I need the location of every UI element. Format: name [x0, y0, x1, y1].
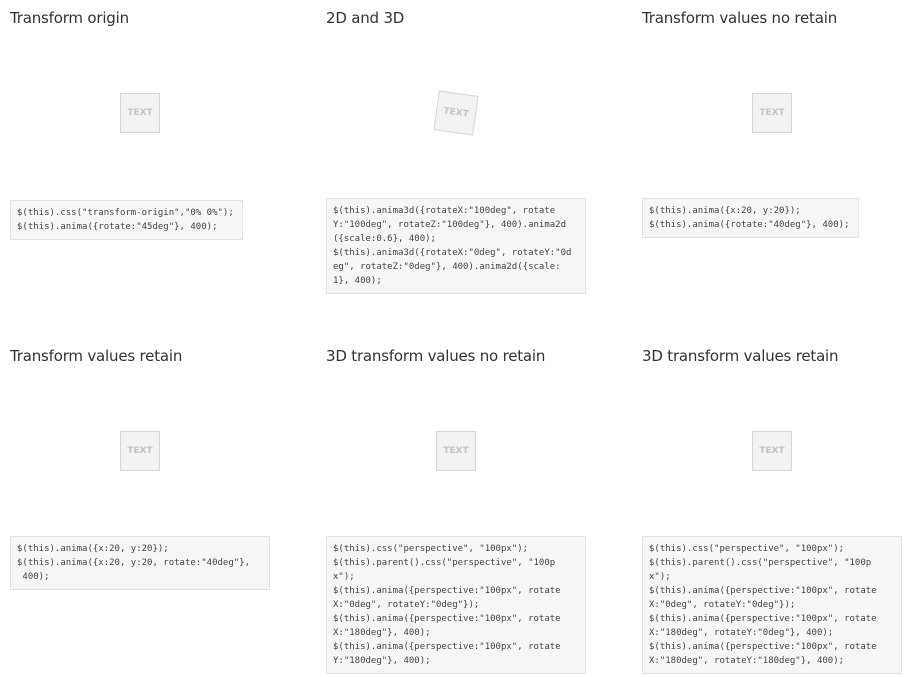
- demo-text-box[interactable]: TEXT: [433, 90, 479, 136]
- demo-title: 2D and 3D: [326, 9, 405, 27]
- code-snippet: $(this).css("perspective", "100px"); $(t…: [642, 536, 902, 674]
- code-snippet: $(this).css("perspective", "100px"); $(t…: [326, 536, 586, 674]
- code-snippet: $(this).anima3d({rotateX:"100deg", rotat…: [326, 198, 586, 294]
- demo-title: Transform values no retain: [642, 9, 838, 27]
- demo-title: 3D transform values retain: [642, 347, 839, 365]
- demo-title: Transform origin: [10, 9, 129, 27]
- demo-text-box[interactable]: TEXT: [120, 93, 160, 133]
- demo-title: Transform values retain: [10, 347, 183, 365]
- demo-text-box[interactable]: TEXT: [752, 93, 792, 133]
- demo-title: 3D transform values no retain: [326, 347, 546, 365]
- demo-text-box[interactable]: TEXT: [436, 431, 476, 471]
- demo-text-box[interactable]: TEXT: [752, 431, 792, 471]
- code-snippet: $(this).anima({x:20, y:20}); $(this).ani…: [642, 198, 859, 238]
- demo-text-box[interactable]: TEXT: [120, 431, 160, 471]
- code-snippet: $(this).css("transform-origin","0% 0%");…: [10, 200, 243, 240]
- code-snippet: $(this).anima({x:20, y:20}); $(this).ani…: [10, 536, 270, 590]
